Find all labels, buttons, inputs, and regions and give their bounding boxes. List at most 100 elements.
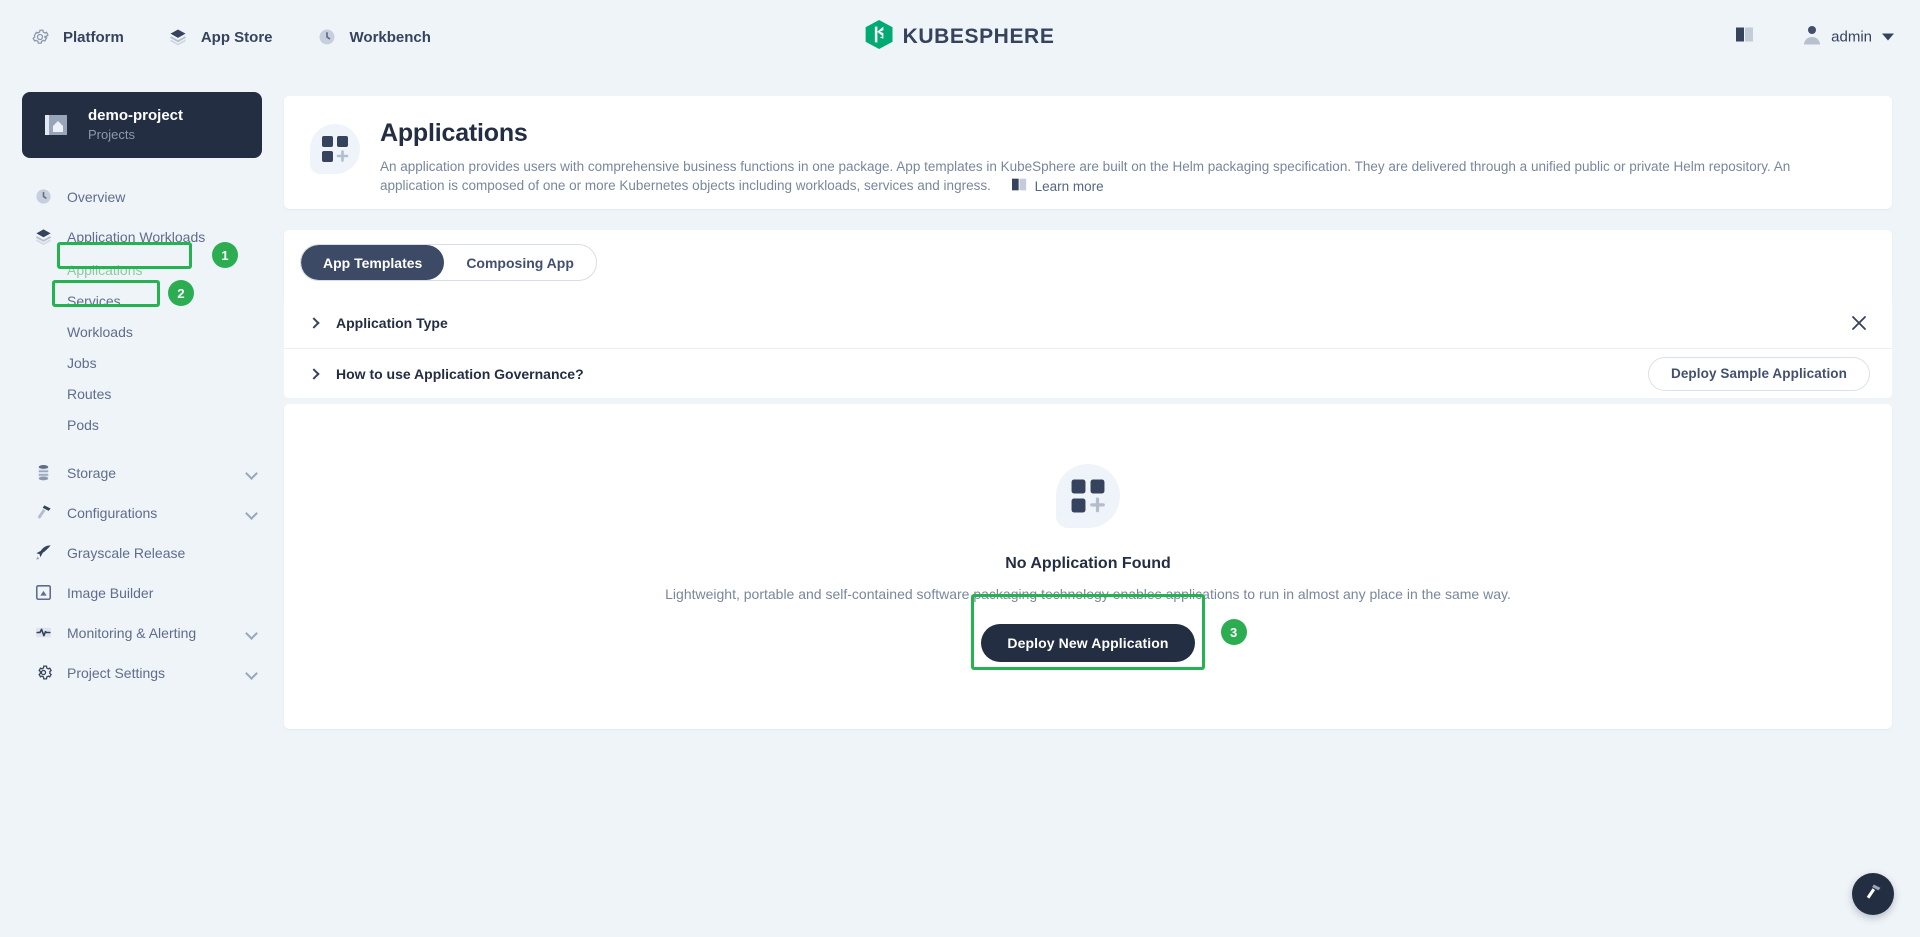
sidebar: demo-project Projects Overview Applicati… <box>0 74 284 937</box>
sidebar-item-configurations-label: Configurations <box>67 504 158 521</box>
nav-item-platform[interactable]: Platform <box>30 27 124 47</box>
top-navigation-bar: Platform App Store Workbench KUBESPHERE … <box>0 0 1920 74</box>
chevron-down-icon <box>245 626 258 640</box>
sidebar-item-image-builder[interactable]: Image Builder <box>0 577 284 608</box>
gear-icon <box>34 663 53 682</box>
kubesphere-brand[interactable]: KUBESPHERE <box>865 20 1055 54</box>
sidebar-item-pods[interactable]: Pods <box>0 409 284 440</box>
top-nav-items: Platform App Store Workbench <box>0 27 431 47</box>
sidebar-item-overview-label: Overview <box>67 188 126 205</box>
top-nav-right: admin <box>1735 25 1894 50</box>
chevron-down-icon <box>245 506 258 520</box>
clock-icon <box>317 27 337 47</box>
sidebar-item-configurations[interactable]: Configurations <box>0 497 284 528</box>
sidebar-item-routes-label: Routes <box>67 385 112 402</box>
tab-group: App Templates Composing App <box>300 244 597 281</box>
empty-state-card: No Application Found Lightweight, portab… <box>284 404 1892 729</box>
chevron-down-icon <box>245 466 258 480</box>
chevron-right-icon <box>308 317 320 329</box>
hammer-icon <box>1863 882 1883 907</box>
accordion-panel: Application Type How to use Application … <box>284 298 1892 398</box>
image-icon <box>34 583 53 602</box>
clock-icon <box>34 187 53 206</box>
sidebar-item-overview[interactable]: Overview <box>0 181 284 212</box>
sidebar-item-monitoring-alerting[interactable]: Monitoring & Alerting <box>0 617 284 648</box>
sidebar-item-routes[interactable]: Routes <box>0 378 284 409</box>
sidebar-item-services-label: Services <box>67 292 121 309</box>
sidebar-item-storage-label: Storage <box>67 464 117 481</box>
accordion-row-application-type[interactable]: Application Type <box>284 298 1892 348</box>
annotation-badge-2: 2 <box>168 280 194 306</box>
sidebar-item-application-workloads[interactable]: Application Workloads <box>0 221 284 252</box>
sidebar-item-project-settings-label: Project Settings <box>67 664 166 681</box>
empty-state-title: No Application Found <box>1005 555 1171 572</box>
sidebar-item-image-builder-label: Image Builder <box>67 584 154 601</box>
deploy-new-application-button[interactable]: Deploy New Application <box>981 624 1195 662</box>
nav-item-workbench-label: Workbench <box>349 28 431 46</box>
layers-icon <box>34 227 53 246</box>
layers-icon <box>168 27 188 47</box>
tab-app-templates[interactable]: App Templates <box>301 245 445 280</box>
database-icon <box>34 463 53 482</box>
annotation-badge-1: 1 <box>212 242 238 268</box>
project-icon <box>38 107 74 143</box>
book-icon[interactable] <box>1735 26 1755 49</box>
accordion-row-governance[interactable]: How to use Application Governance? Deplo… <box>284 348 1892 398</box>
sidebar-item-pods-label: Pods <box>67 416 99 433</box>
sidebar-item-project-settings[interactable]: Project Settings <box>0 657 284 688</box>
sidebar-item-storage[interactable]: Storage <box>0 457 284 488</box>
tab-composing-app[interactable]: Composing App <box>444 245 596 280</box>
pulse-icon <box>34 623 53 642</box>
sidebar-item-workloads[interactable]: Workloads <box>0 316 284 347</box>
sidebar-item-grayscale-release[interactable]: Grayscale Release <box>0 537 284 568</box>
page-description: An application provides users with compr… <box>380 157 1838 197</box>
hammer-icon <box>34 503 53 522</box>
sidebar-nav-list: Overview Application Workloads Applicati… <box>0 172 284 688</box>
learn-more-link[interactable]: Learn more <box>1011 177 1104 197</box>
deploy-new-application-wrapper: Deploy New Application 3 <box>971 594 1247 670</box>
tab-app-templates-label: App Templates <box>323 254 423 271</box>
accordion-row-application-type-label: Application Type <box>336 315 448 331</box>
nav-item-platform-label: Platform <box>63 28 124 46</box>
chevron-down-icon <box>245 666 258 680</box>
applications-icon <box>1056 464 1120 528</box>
brand-title: KUBESPHERE <box>902 25 1055 48</box>
tab-composing-app-label: Composing App <box>466 254 574 271</box>
project-subtitle: Projects <box>88 127 135 143</box>
tabs-card: App Templates Composing App <box>284 230 1892 298</box>
sidebar-item-jobs[interactable]: Jobs <box>0 347 284 378</box>
book-icon <box>1011 177 1028 197</box>
empty-state-description: Lightweight, portable and self-contained… <box>665 586 1511 602</box>
rocket-icon <box>34 543 53 562</box>
kubesphere-logo-icon <box>865 20 893 54</box>
nav-item-workbench[interactable]: Workbench <box>317 27 431 47</box>
page-title: Applications <box>380 119 528 147</box>
applications-icon <box>310 124 360 174</box>
nav-item-app-store-label: App Store <box>200 28 273 46</box>
chevron-down-icon <box>1882 33 1894 41</box>
sidebar-item-applications[interactable]: Applications <box>0 254 284 285</box>
project-name: demo-project <box>88 107 184 125</box>
page-header-card: Applications An application provides use… <box>284 96 1892 209</box>
sidebar-item-applications-label: Applications <box>67 261 143 278</box>
user-menu[interactable]: admin <box>1803 25 1894 50</box>
accordion-row-governance-label: How to use Application Governance? <box>336 365 584 382</box>
close-icon[interactable] <box>1850 314 1868 332</box>
annotation-badge-3: 3 <box>1220 619 1247 645</box>
project-selector[interactable]: demo-project Projects <box>22 92 262 158</box>
deploy-sample-application-button[interactable]: Deploy Sample Application <box>1647 356 1870 391</box>
user-avatar-icon <box>1803 25 1821 50</box>
nav-item-app-store[interactable]: App Store <box>168 27 273 47</box>
sidebar-item-application-workloads-label: Application Workloads <box>67 228 206 245</box>
sidebar-item-jobs-label: Jobs <box>67 354 97 371</box>
sidebar-item-workloads-label: Workloads <box>67 323 133 340</box>
sidebar-item-grayscale-release-label: Grayscale Release <box>67 544 186 561</box>
chevron-right-icon <box>308 367 320 380</box>
toolbox-fab-button[interactable] <box>1852 873 1894 915</box>
user-name-label: admin <box>1831 28 1872 46</box>
gear-icon <box>30 27 50 47</box>
main-content: Applications An application provides use… <box>284 74 1920 937</box>
sidebar-item-monitoring-alerting-label: Monitoring & Alerting <box>67 624 197 641</box>
sidebar-item-services[interactable]: Services <box>0 285 284 316</box>
learn-more-label: Learn more <box>1034 179 1104 195</box>
